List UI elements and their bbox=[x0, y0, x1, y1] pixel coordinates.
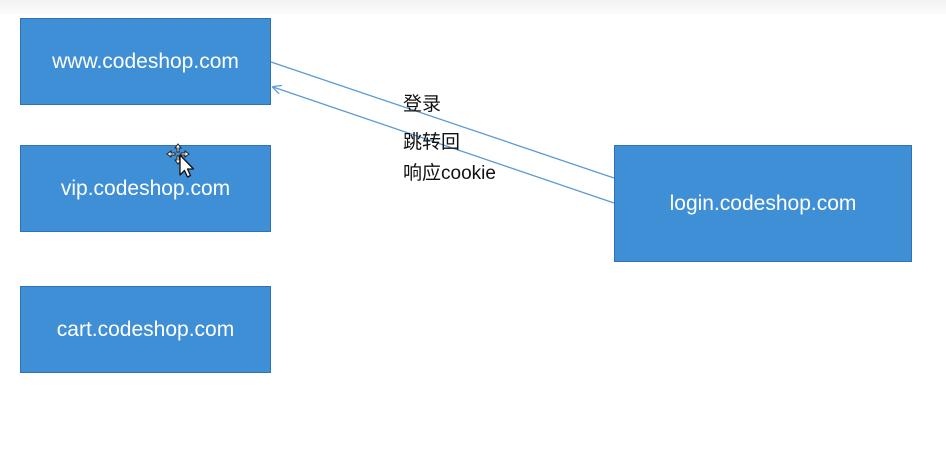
edge-www-to-login bbox=[270, 61, 615, 179]
node-www-label: www.codeshop.com bbox=[52, 49, 239, 73]
node-vip-codeshop: vip.codeshop.com bbox=[20, 145, 271, 232]
node-login-codeshop: login.codeshop.com bbox=[614, 145, 912, 262]
annotation-login: 登录 bbox=[403, 94, 442, 115]
node-vip-label: vip.codeshop.com bbox=[60, 176, 231, 200]
node-www-codeshop: www.codeshop.com bbox=[20, 18, 271, 105]
node-cart-codeshop: cart.codeshop.com bbox=[20, 286, 271, 373]
node-cart-label: cart.codeshop.com bbox=[56, 317, 235, 341]
annotation-respond-cookie: 响应cookie bbox=[403, 163, 496, 184]
move-cursor-icon bbox=[166, 143, 195, 178]
node-login-label: login.codeshop.com bbox=[669, 191, 857, 215]
annotation-redirect-back: 跳转回 bbox=[403, 132, 461, 153]
